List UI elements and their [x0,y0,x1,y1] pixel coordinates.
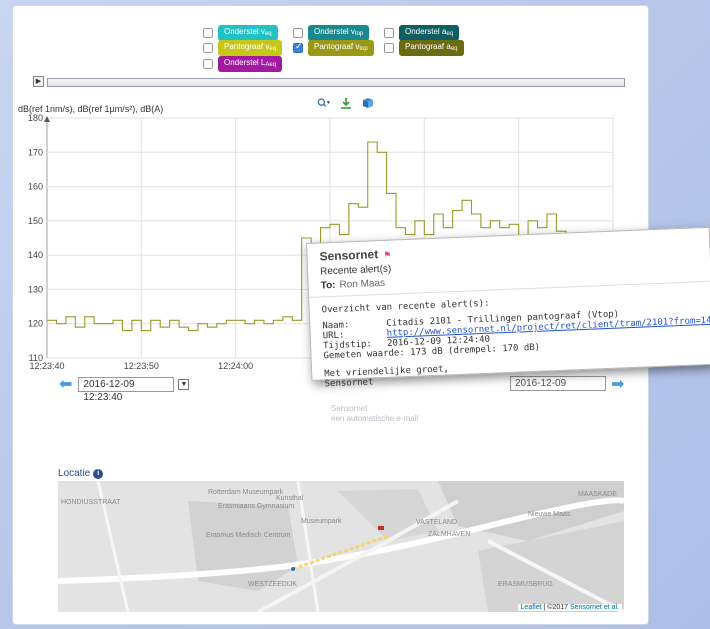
map-label: Erasmiaans Gymnasium [218,503,295,510]
play-icon[interactable]: ▶ [33,76,44,87]
checkbox[interactable] [203,43,213,53]
legend-label: Pantograaf aeq [399,40,464,56]
legend-item-onderstel-vtop[interactable]: Onderstel vtop [293,25,370,41]
calendar-icon[interactable]: ▼ [178,378,190,390]
y-tick-label: 180 [28,113,43,123]
checkbox[interactable] [203,59,213,69]
legend-label: Onderstel LAeq [218,56,283,72]
checkbox[interactable] [293,28,303,38]
scroll-track[interactable] [47,78,625,87]
sender-brand: Sensornet [319,247,379,264]
checkbox[interactable] [203,28,213,38]
ghost-text: Sensornet een automatische e-mail [331,404,418,424]
chart-toolbar [317,97,375,109]
sensornet-link[interactable]: Sensornet et al. [570,604,619,611]
y-tick-label: 120 [28,319,43,329]
legend-item-onderstel-veq[interactable]: Onderstel veq [203,25,278,41]
download-icon[interactable] [339,97,353,109]
map-attribution: Leaflet | ©2017 Sensornet et al. [517,604,622,611]
map-label: ERASMUSBRUG [498,581,553,588]
map-tiles [58,481,624,612]
ghost-line: een automatische e-mail [331,414,419,423]
leaflet-link[interactable]: Leaflet [521,604,542,611]
legend-label: Pantograaf vtop [308,40,374,56]
map-label: Museumpark [301,518,342,525]
legend-label: Onderstel veq [218,25,278,41]
y-tick-label: 130 [28,284,43,294]
ghost-line: Sensornet [331,404,368,413]
map-label: Kunsthal [276,495,304,502]
x-tick-label: 12:23:50 [124,361,159,371]
map-label: VASTELAND [416,519,458,526]
y-tick-label: 140 [28,250,43,260]
flag-icon: ⚑ [384,249,391,261]
map-title-text: Locatie [58,468,91,479]
legend-label: Onderstel aeq [399,25,460,41]
map-label: MAASKADE [578,491,617,498]
legend-label: Onderstel vtop [308,25,370,41]
checkbox-checked[interactable] [293,41,303,53]
start-date-input[interactable]: 2016-12-09 12:23:40 [78,376,175,403]
checkbox[interactable] [384,43,394,53]
x-tick-label: 12:24:00 [218,361,253,371]
map-label: ZALMHAVEN [428,531,471,538]
to-label: To: [320,279,336,292]
time-scrollbar[interactable]: ▶ [33,76,625,88]
map-label: HONDIUSSTRAAT [61,499,121,506]
alert-email-popup: Sensornet ⚑ Recente alert(s) To: Ron Maas … [306,226,710,389]
map-title: Locatie i [58,468,104,479]
location-map[interactable]: Rotterdam Museumpark Kunsthal Erasmiaans… [58,481,624,612]
checkbox[interactable] [384,28,394,38]
map-label: Nieuwe Maas [528,511,571,518]
arrow-left-icon[interactable]: ⬅ [59,374,72,394]
date-nav-left: ⬅ 2016-12-09 12:23:40 ▼ [59,374,190,403]
legend-item-onderstel-laeq[interactable]: Onderstel LAeq [203,56,283,72]
legend-item-onderstel-aeq[interactable]: Onderstel aeq [384,25,460,41]
y-tick-label: 160 [28,182,43,192]
book-icon[interactable] [361,97,375,109]
map-label: Rotterdam Museumpark [208,489,284,496]
info-icon[interactable]: i [93,468,104,479]
y-tick-label: 150 [28,216,43,226]
legend-label: Pantograaf veq [218,40,283,56]
magnifier-icon[interactable] [317,97,331,109]
y-tick-label: 170 [28,147,43,157]
map-label: WESTZEEDIJK [248,581,298,588]
attribution-text: | ©2017 [543,604,569,611]
to-value: Ron Maas [339,277,386,291]
legend-item-pantograaf-veq[interactable]: Pantograaf veq [203,40,283,56]
legend-item-pantograaf-aeq[interactable]: Pantograaf aeq [384,40,464,56]
map-label: Erasmus Medisch Centrum [206,532,291,539]
legend-item-pantograaf-vtop[interactable]: Pantograaf vtop [293,40,374,56]
x-tick-label: 12:23:40 [29,361,64,371]
